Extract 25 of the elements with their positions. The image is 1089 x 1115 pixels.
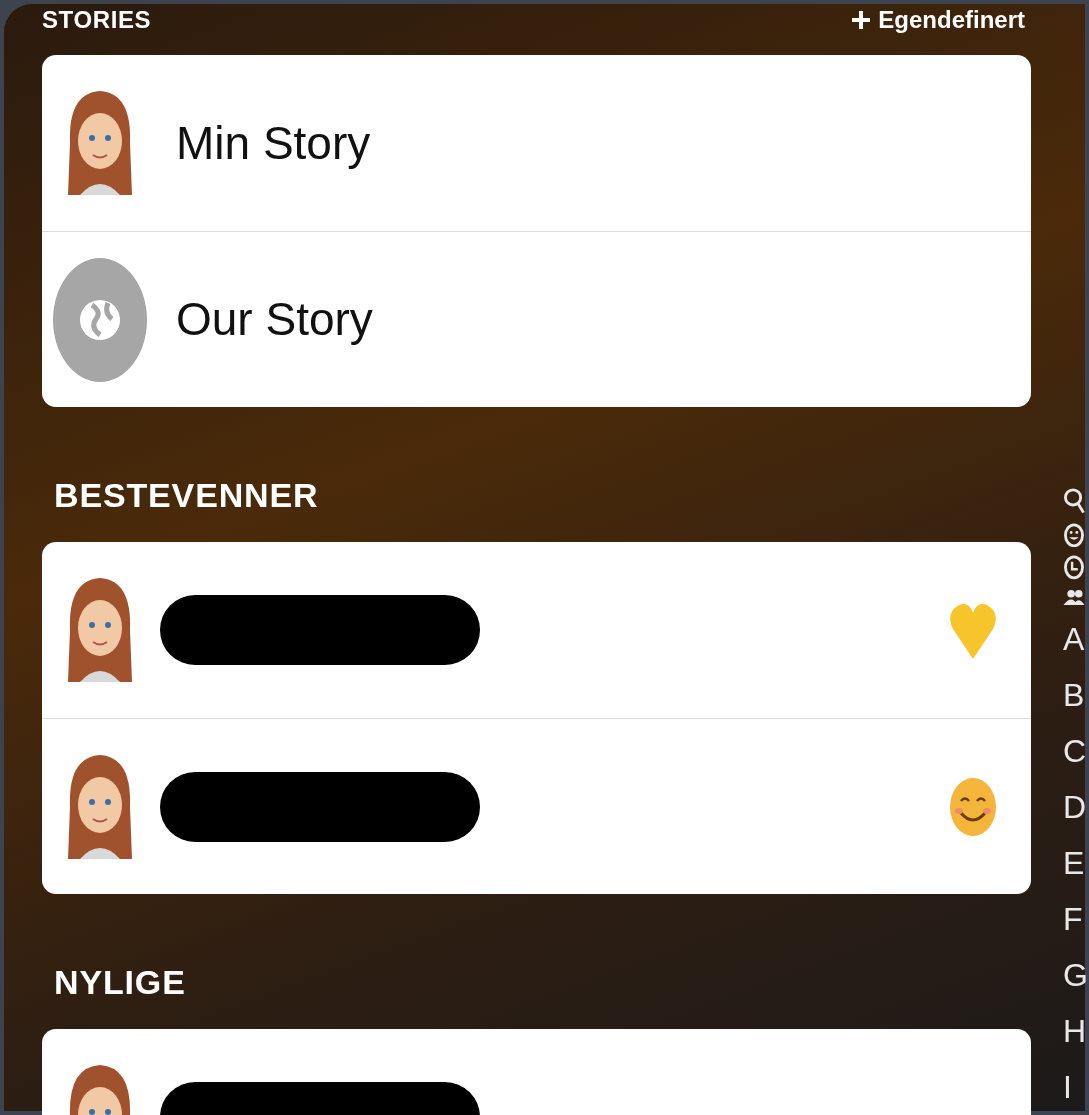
custom-story-button[interactable]: Egendefinert	[852, 6, 1025, 34]
plus-icon	[852, 11, 871, 29]
section-heading: BESTEVENNER	[53, 475, 320, 516]
search-icon[interactable]	[1063, 486, 1085, 515]
smiley-icon[interactable]	[1063, 522, 1085, 548]
index-letter[interactable]: I	[1063, 1063, 1072, 1111]
section-heading: STORIES	[42, 6, 152, 34]
story-row[interactable]: Our Story	[42, 231, 1031, 407]
clock-icon[interactable]	[1063, 555, 1085, 580]
story-row[interactable]: Min Story	[42, 55, 1031, 231]
index-letter[interactable]: E	[1063, 839, 1085, 887]
index-letter[interactable]: F	[1063, 895, 1083, 943]
index-letter[interactable]: B	[1063, 671, 1085, 719]
globe-avatar-icon	[52, 256, 148, 383]
index-letter[interactable]: D	[1063, 783, 1087, 831]
index-letter[interactable]: A	[1063, 615, 1085, 663]
heart-icon	[949, 601, 997, 659]
index-letter[interactable]: H	[1063, 1007, 1087, 1055]
group-icon[interactable]	[1063, 587, 1085, 607]
index-letter[interactable]: G	[1063, 951, 1088, 999]
index-letter[interactable]: C	[1063, 727, 1087, 775]
section-heading: NYLIGE	[53, 962, 187, 1003]
story-name: Min Story	[176, 115, 371, 171]
smiley-icon	[949, 776, 997, 837]
story-name: Our Story	[176, 292, 373, 347]
